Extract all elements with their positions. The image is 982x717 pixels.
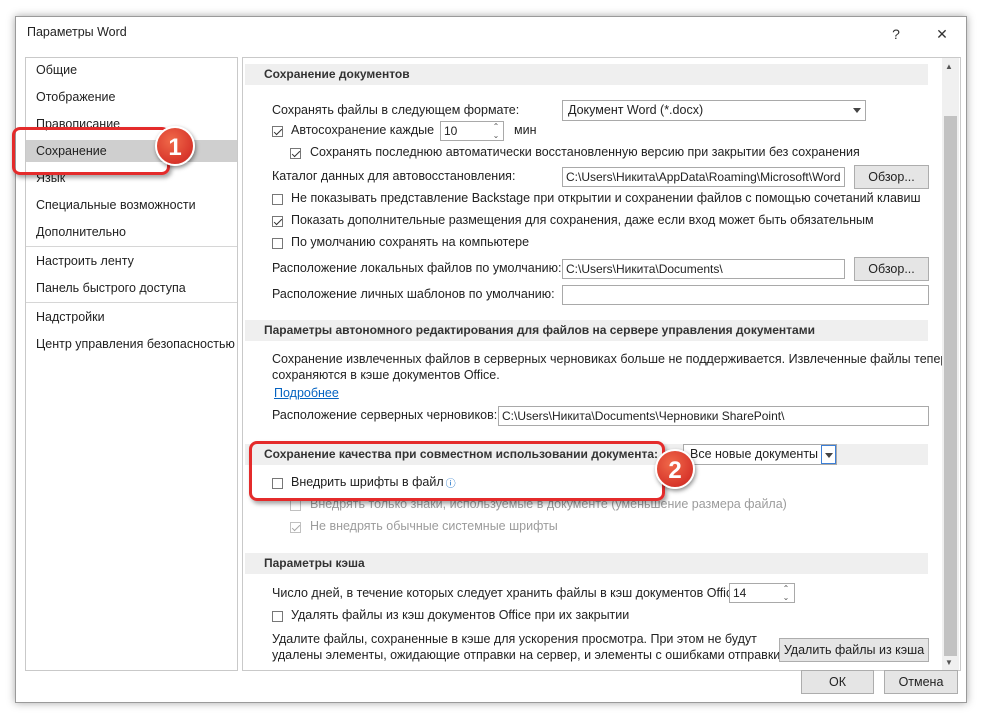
nav-item-accessibility[interactable]: Специальные возможности: [26, 194, 237, 216]
spin-up-icon[interactable]: ⌃: [490, 123, 502, 131]
chevron-down-icon: [825, 453, 833, 458]
scrollbar-thumb[interactable]: [944, 116, 957, 656]
autosave-checkbox[interactable]: [272, 126, 283, 137]
dialog-title: Параметры Word: [27, 25, 127, 39]
help-button[interactable]: ?: [884, 23, 908, 45]
spin-down-icon[interactable]: ⌄: [490, 132, 502, 140]
show-additional-checkbox[interactable]: [272, 216, 283, 227]
section-header-save-documents: Сохранение документов: [245, 64, 928, 85]
annotation-badge-2: 2: [655, 449, 695, 489]
no-backstage-checkbox[interactable]: [272, 194, 283, 205]
fidelity-dropdown-button[interactable]: [821, 445, 836, 464]
autorecover-label: Каталог данных для автовосстановления:: [272, 169, 516, 183]
annotation-badge-1: 1: [155, 126, 195, 166]
options-content: Сохранение документов Сохранять файлы в …: [242, 57, 961, 671]
nav-item-trust-center[interactable]: Центр управления безопасностью: [26, 333, 237, 355]
format-label: Сохранять файлы в следующем формате:: [272, 103, 520, 117]
format-select-value: Документ Word (*.docx): [568, 103, 704, 117]
keep-last-checkbox[interactable]: [290, 148, 301, 159]
local-location-label: Расположение локальных файлов по умолчан…: [272, 261, 562, 275]
show-additional-label: Показать дополнительные размещения для с…: [291, 213, 874, 227]
cache-info-1: Удалите файлы, сохраненные в кэше для ус…: [272, 632, 757, 646]
scroll-down-icon[interactable]: ▼: [945, 658, 953, 667]
cache-days-value: 14: [733, 586, 747, 600]
autosave-label: Автосохранение каждые: [291, 123, 435, 137]
embed-chars-checkbox[interactable]: [290, 500, 301, 511]
save-computer-label: По умолчанию сохранять на компьютере: [291, 235, 530, 249]
annotation-highlight-fidelity: [249, 441, 665, 501]
close-button[interactable]: ✕: [930, 23, 954, 45]
keep-last-label: Сохранять последнюю автоматически восста…: [310, 145, 860, 159]
delete-on-close-checkbox[interactable]: [272, 611, 283, 622]
section-header-offline-editing: Параметры автономного редактирования для…: [245, 320, 928, 341]
fidelity-document-select[interactable]: Все новые документы: [683, 444, 837, 465]
nav-item-advanced[interactable]: Дополнительно: [26, 221, 237, 243]
delete-cache-button[interactable]: Удалить файлы из кэша: [779, 638, 929, 662]
ok-button[interactable]: ОК: [801, 670, 874, 694]
drafts-input[interactable]: C:\Users\Никита\Documents\Черновики Shar…: [498, 406, 929, 426]
offline-text-1: Сохранение извлеченных файлов в серверны…: [272, 352, 954, 366]
nav-item-quick-access[interactable]: Панель быстрого доступа: [26, 277, 237, 299]
format-select[interactable]: Документ Word (*.docx): [562, 100, 866, 121]
cancel-button[interactable]: Отмена: [884, 670, 958, 694]
delete-on-close-label: Удалять файлы из кэш документов Office п…: [291, 608, 630, 622]
drafts-label: Расположение серверных черновиков:: [272, 408, 498, 422]
fidelity-document-value: Все новые документы: [690, 447, 819, 461]
templates-input[interactable]: [562, 285, 929, 305]
cache-days-label: Число дней, в течение которых следует хр…: [272, 586, 743, 600]
autosave-minutes-value: 10: [444, 124, 458, 138]
nav-divider: [26, 246, 237, 247]
section-header-cache: Параметры кэша: [245, 553, 928, 574]
scroll-up-icon[interactable]: ▲: [945, 62, 953, 71]
spin-up-icon[interactable]: ⌃: [780, 585, 792, 593]
autorecover-path-input[interactable]: C:\Users\Никита\AppData\Roaming\Microsof…: [562, 167, 845, 187]
browse-local-button[interactable]: Обзор...: [854, 257, 929, 281]
nav-item-addins[interactable]: Надстройки: [26, 306, 237, 328]
nav-divider: [26, 302, 237, 303]
no-backstage-label: Не показывать представление Backstage пр…: [291, 191, 921, 205]
browse-autorecover-button[interactable]: Обзор...: [854, 165, 929, 189]
annotation-highlight-save: [12, 127, 170, 175]
word-options-dialog: Параметры Word ? ✕ Общие Отображение Пра…: [15, 16, 967, 703]
nav-item-customize-ribbon[interactable]: Настроить ленту: [26, 250, 237, 272]
templates-label: Расположение личных шаблонов по умолчани…: [272, 287, 555, 301]
cache-info-2: удалены элементы, ожидающие отправки на …: [272, 648, 784, 662]
no-system-fonts-checkbox[interactable]: [290, 522, 301, 533]
local-location-input[interactable]: C:\Users\Никита\Documents\: [562, 259, 845, 279]
offline-text-2: сохраняются в кэше документов Office.: [272, 368, 500, 382]
save-computer-checkbox[interactable]: [272, 238, 283, 249]
autosave-unit: мин: [514, 123, 537, 137]
nav-item-display[interactable]: Отображение: [26, 86, 237, 108]
chevron-down-icon: [853, 108, 861, 113]
nav-item-general[interactable]: Общие: [26, 59, 237, 81]
spin-down-icon[interactable]: ⌄: [780, 594, 792, 602]
title-bar: Параметры Word ? ✕: [16, 17, 966, 51]
more-info-link[interactable]: Подробнее: [274, 386, 339, 400]
no-system-fonts-label: Не внедрять обычные системные шрифты: [310, 519, 558, 533]
